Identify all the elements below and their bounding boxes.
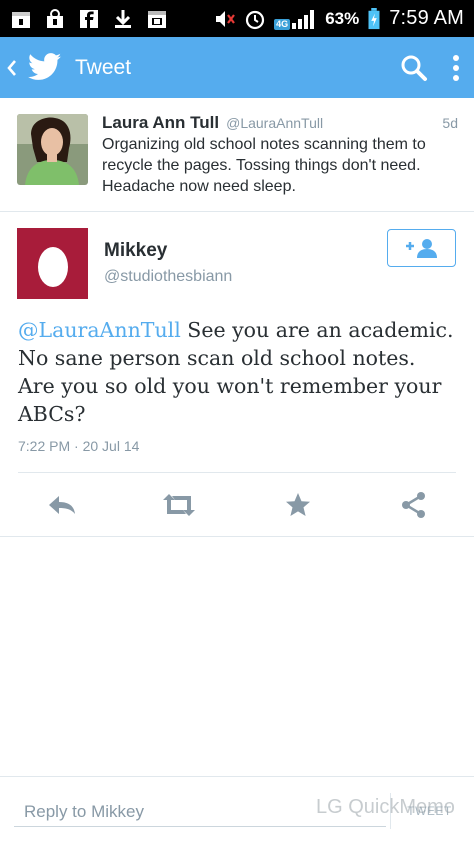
reply-input[interactable] [14,797,386,827]
download-icon [112,8,134,30]
avatar[interactable] [17,228,88,299]
mention-link[interactable]: @LauraAnnTull [18,318,181,342]
alarm-icon [244,8,266,30]
retweet-icon[interactable] [159,485,199,525]
divider [18,472,456,473]
app-bar: Tweet [0,37,474,98]
favorite-star-icon[interactable] [278,485,318,525]
tweet-send-button[interactable]: TWEET [390,793,468,829]
back-chevron-icon[interactable] [6,53,24,83]
avatar[interactable] [17,114,88,185]
share-icon[interactable] [394,485,434,525]
reply-icon[interactable] [42,485,82,525]
divider [0,536,474,537]
parent-author-handle[interactable]: @LauraAnnTull [226,115,323,131]
parent-tweet-text: Organizing old school notes scanning the… [102,136,426,195]
status-bar: 4G 63% 7:59 AM [0,0,474,37]
volume-mute-icon [214,8,236,30]
signal-strength-icon: 4G [274,8,317,30]
reply-bar: TWEET [0,776,474,841]
calendar-icon [146,8,168,30]
network-badge: 4G [274,18,291,30]
parent-author-name[interactable]: Laura Ann Tull [102,113,219,133]
tweet-text: @LauraAnnTull See you are an academic. N… [18,316,458,428]
add-user-icon [405,239,437,258]
author-handle[interactable]: @studiothesbiann [104,268,232,286]
page-title: Tweet [75,55,132,79]
parent-timestamp: 5d [442,115,458,131]
search-icon[interactable] [400,54,428,82]
author-name[interactable]: Mikkey [104,240,167,262]
clock: 7:59 AM [389,7,464,29]
battery-percent: 63% [325,8,360,28]
tweet-timestamp: 7:22 PM · 20 Jul 14 [18,438,140,454]
overflow-menu-icon[interactable] [452,54,460,82]
facebook-icon [78,8,100,30]
twitter-bird-icon[interactable] [27,52,62,83]
calendar-notification-icon [10,8,32,30]
follow-button[interactable] [387,229,456,267]
battery-charging-icon [367,7,381,30]
egg-avatar-icon [37,246,68,287]
security-notification-icon [44,8,66,30]
parent-tweet[interactable]: Laura Ann Tull @LauraAnnTull 5d Organizi… [0,98,474,212]
tweet-actions [0,485,474,525]
